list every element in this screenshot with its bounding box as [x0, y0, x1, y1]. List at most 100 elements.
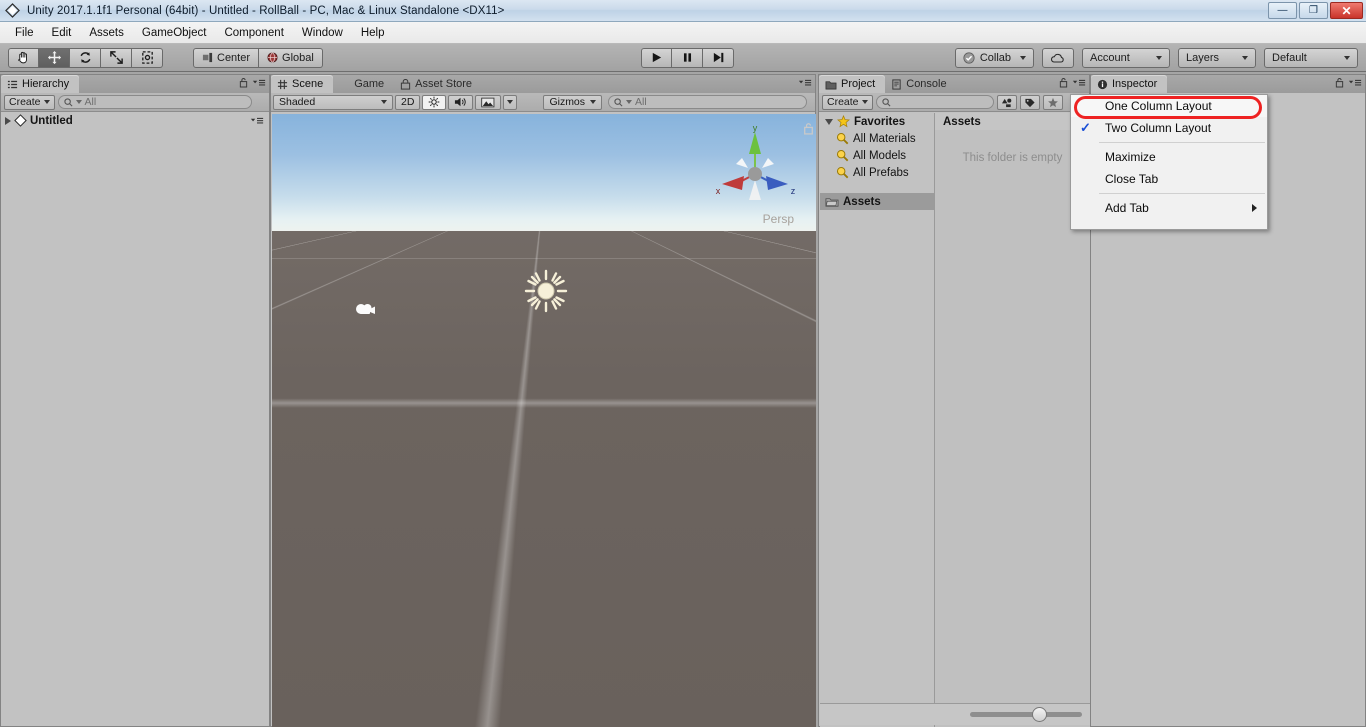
- tab-project[interactable]: Project: [819, 75, 886, 93]
- space-mode-button[interactable]: Global: [259, 47, 323, 68]
- hierarchy-create-button[interactable]: Create: [4, 94, 55, 110]
- hierarchy-create-label: Create: [9, 96, 41, 108]
- tab-game[interactable]: Game: [333, 75, 394, 93]
- hierarchy-search-input[interactable]: All: [57, 95, 252, 109]
- tab-scene[interactable]: Scene: [271, 75, 334, 93]
- layers-button[interactable]: Layers: [1178, 47, 1256, 68]
- project-assets-folder-row[interactable]: Assets: [820, 193, 934, 210]
- gizmos-dropdown[interactable]: Gizmos: [543, 94, 603, 110]
- camera-icon[interactable]: [354, 300, 378, 318]
- context-menu-separator: [1099, 142, 1265, 143]
- lock-icon[interactable]: [1059, 77, 1068, 88]
- scene-view-mode-label[interactable]: Persp: [763, 212, 794, 226]
- project-content-header: Assets: [935, 113, 1090, 130]
- minimize-icon: —: [1277, 4, 1288, 16]
- scene-tabstrip: Scene Game Asset Store: [271, 75, 815, 93]
- menu-window[interactable]: Window: [293, 24, 352, 42]
- panel-menu-icon[interactable]: [252, 77, 266, 88]
- context-menu-item-close-tab[interactable]: Close Tab: [1071, 168, 1267, 190]
- panel-menu-icon[interactable]: [798, 77, 812, 88]
- project-search-input[interactable]: [875, 95, 994, 109]
- svg-text:y: y: [753, 124, 758, 133]
- hand-tool-button[interactable]: [8, 47, 39, 68]
- cloud-button[interactable]: [1042, 47, 1074, 68]
- pivot-space-group: Center Global: [193, 47, 323, 68]
- lock-icon[interactable]: [239, 77, 248, 88]
- panel-menu-icon[interactable]: [1348, 77, 1362, 88]
- step-button[interactable]: [703, 47, 734, 68]
- directional-light-icon[interactable]: [524, 269, 568, 313]
- scene-lock-icon[interactable]: [803, 122, 814, 135]
- folder-icon: [825, 80, 837, 89]
- tab-hierarchy[interactable]: Hierarchy: [1, 75, 80, 93]
- rotate-tool-button[interactable]: [70, 47, 101, 68]
- context-menu-item-add-tab[interactable]: Add Tab: [1071, 197, 1267, 219]
- layers-label: Layers: [1186, 51, 1220, 64]
- layout-button[interactable]: Default: [1264, 47, 1358, 68]
- scene-fx-dropdown[interactable]: [503, 94, 518, 110]
- layout-label: Default: [1272, 51, 1307, 64]
- restore-button[interactable]: ❐: [1299, 2, 1328, 19]
- move-tool-button[interactable]: [39, 47, 70, 68]
- minimize-button[interactable]: —: [1268, 2, 1297, 19]
- tab-asset-store[interactable]: Asset Store: [394, 75, 482, 93]
- toggle-2d-button[interactable]: 2D: [395, 94, 421, 110]
- scale-tool-button[interactable]: [101, 47, 132, 68]
- scene-audio-button[interactable]: [448, 94, 474, 110]
- lock-icon[interactable]: [1335, 77, 1344, 88]
- context-menu-item-two-column-layout[interactable]: ✓ Two Column Layout: [1071, 117, 1267, 139]
- project-tree-column: Favorites All Materials All Models All P…: [820, 113, 935, 727]
- tab-console[interactable]: Console: [885, 75, 956, 93]
- project-favorite-all-models[interactable]: All Models: [820, 147, 934, 164]
- menu-gameobject[interactable]: GameObject: [133, 24, 216, 42]
- project-favorite-all-materials[interactable]: All Materials: [820, 130, 934, 147]
- scene-search-input[interactable]: All: [608, 95, 807, 109]
- collab-button[interactable]: Collab: [954, 47, 1034, 68]
- shading-mode-label: Shaded: [279, 96, 316, 108]
- project-favorites-label: Favorites: [854, 115, 906, 128]
- panel-menu-icon[interactable]: [1072, 77, 1086, 88]
- collab-check-icon: [963, 51, 975, 64]
- scene-viewport[interactable]: y x z Persp: [272, 114, 816, 727]
- scene-lighting-button[interactable]: [422, 94, 447, 110]
- scene-context-menu-icon[interactable]: [250, 115, 264, 126]
- project-favorite-all-prefabs[interactable]: All Prefabs: [820, 164, 934, 181]
- project-favorites-row[interactable]: Favorites: [820, 113, 934, 130]
- filter-by-type-button[interactable]: [996, 94, 1017, 110]
- context-menu-item-one-column-layout[interactable]: One Column Layout: [1071, 95, 1267, 117]
- project-zoom-slider-knob[interactable]: [1032, 707, 1047, 722]
- menu-file[interactable]: File: [6, 24, 43, 42]
- scene-fx-button[interactable]: [475, 94, 502, 110]
- menu-help[interactable]: Help: [352, 24, 394, 42]
- project-create-button[interactable]: Create: [822, 94, 873, 110]
- pause-button[interactable]: [672, 47, 703, 68]
- pivot-mode-button[interactable]: Center: [193, 47, 260, 68]
- play-button[interactable]: [641, 47, 672, 68]
- expand-triangle-icon[interactable]: [5, 116, 11, 125]
- hierarchy-scene-row[interactable]: Untitled: [1, 112, 269, 129]
- close-icon: ✕: [1341, 3, 1352, 18]
- hierarchy-panel: Hierarchy Create All Untitled: [0, 74, 270, 727]
- project-favorite-button[interactable]: [1042, 94, 1063, 110]
- inspector-tabstrip: Inspector: [1091, 75, 1365, 93]
- scene-search-placeholder: All: [635, 96, 647, 108]
- filter-by-label-button[interactable]: [1019, 94, 1040, 110]
- collapse-triangle-icon[interactable]: [825, 118, 833, 125]
- restore-icon: ❐: [1309, 4, 1318, 16]
- menu-component[interactable]: Component: [215, 24, 292, 42]
- shading-mode-dropdown[interactable]: Shaded: [273, 94, 393, 110]
- toggle-2d-label: 2D: [401, 96, 415, 108]
- project-favorite-label: All Materials: [853, 132, 916, 145]
- project-zoom-slider[interactable]: [970, 707, 1082, 722]
- account-button[interactable]: Account: [1082, 47, 1170, 68]
- play-icon: [652, 52, 662, 63]
- tab-inspector[interactable]: Inspector: [1091, 75, 1168, 93]
- scene-orientation-gizmo[interactable]: y x z: [712, 124, 798, 216]
- chevron-down-icon: [590, 100, 597, 104]
- menu-edit[interactable]: Edit: [43, 24, 81, 42]
- context-menu-item-maximize[interactable]: Maximize: [1071, 146, 1267, 168]
- menu-assets[interactable]: Assets: [80, 24, 133, 42]
- close-button[interactable]: ✕: [1330, 2, 1363, 19]
- rect-tool-button[interactable]: [132, 47, 163, 68]
- tab-scene-label: Scene: [292, 78, 324, 90]
